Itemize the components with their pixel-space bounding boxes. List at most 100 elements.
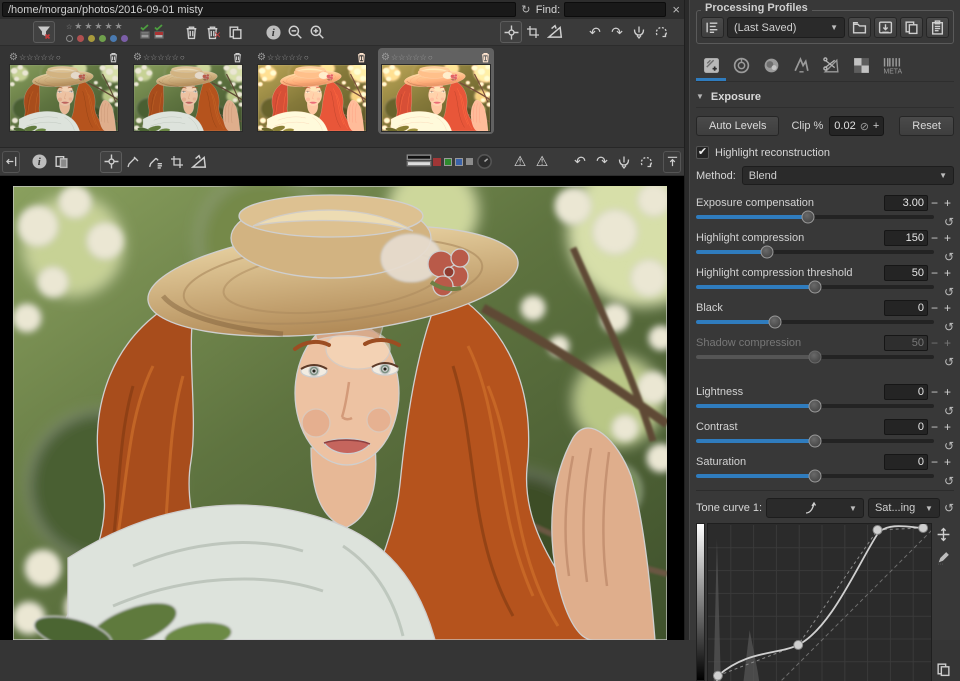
show-edited-filter-icon[interactable]: [138, 21, 152, 43]
tab-transform[interactable]: [816, 53, 846, 81]
slider-track[interactable]: [696, 399, 934, 413]
zoom-out-button[interactable]: [284, 21, 306, 43]
luma-channel-toggle[interactable]: [466, 158, 473, 165]
slider-decrement-button[interactable]: −: [928, 196, 941, 210]
thumbnail-image[interactable]: [257, 64, 367, 132]
crop-tool-button[interactable]: [166, 151, 188, 173]
expand-panel-button[interactable]: [663, 150, 681, 173]
trash-icon[interactable]: [480, 52, 491, 63]
slider-decrement-button[interactable]: −: [928, 301, 941, 315]
copy-curve-icon[interactable]: [936, 662, 951, 677]
slider-track[interactable]: [696, 210, 934, 224]
star-rating-filter[interactable]: ☆★★★★★: [66, 21, 128, 33]
slider-handle[interactable]: [808, 434, 822, 448]
slider-increment-button[interactable]: +: [941, 385, 954, 399]
copy-profile-button[interactable]: [900, 17, 923, 38]
refresh-icon[interactable]: ↻: [520, 3, 532, 16]
slider-value[interactable]: 0: [884, 299, 928, 316]
thumbnail-2[interactable]: ⚙ ☆☆☆☆☆ ○: [130, 48, 246, 134]
green-channel-toggle[interactable]: [444, 157, 452, 166]
slider-handle[interactable]: [801, 210, 815, 224]
slider-increment-button[interactable]: +: [941, 196, 954, 210]
redo-icon[interactable]: ↷: [606, 24, 628, 41]
thumbnail-4-selected[interactable]: ⚙ ☆☆☆☆☆ ○: [378, 48, 494, 134]
slider-track[interactable]: [696, 280, 934, 294]
collapse-filmstrip-button[interactable]: [2, 150, 20, 173]
color-label-yellow[interactable]: [88, 34, 95, 42]
slider-decrement-button[interactable]: −: [928, 231, 941, 245]
redo-icon[interactable]: ↷: [591, 153, 613, 170]
slider-value[interactable]: 150: [884, 229, 928, 246]
slider-value[interactable]: 3.00: [884, 194, 928, 211]
curve-control-point[interactable]: [793, 639, 804, 650]
slider-value[interactable]: 50: [884, 264, 928, 281]
path-input[interactable]: /home/morgan/photos/2016-09-01 misty: [2, 2, 516, 17]
curve-type-select[interactable]: ▼: [766, 498, 864, 518]
auto-levels-button[interactable]: Auto Levels: [696, 116, 780, 136]
thumbnail-image[interactable]: [381, 64, 491, 132]
slider-handle[interactable]: [808, 280, 822, 294]
apply-profile-icon[interactable]: [628, 21, 650, 43]
slider-increment-button[interactable]: +: [941, 266, 954, 280]
apply-profile-icon[interactable]: [613, 151, 635, 173]
color-label-green[interactable]: [99, 34, 106, 42]
tab-raw[interactable]: [846, 53, 876, 81]
info-button[interactable]: i: [28, 151, 50, 173]
star-icon[interactable]: ☆☆☆☆☆: [391, 53, 427, 62]
star-icon[interactable]: ☆☆☆☆☆: [19, 53, 55, 62]
shadow-clipping-warning-icon[interactable]: ⚠: [531, 153, 553, 170]
color-label-red[interactable]: [77, 34, 84, 42]
thumbnail-1[interactable]: ⚙ ☆☆☆☆☆ ○: [6, 48, 122, 134]
slider-reset-icon[interactable]: ↺: [934, 250, 954, 264]
increment-icon[interactable]: +: [873, 120, 879, 132]
load-profile-button[interactable]: [848, 17, 871, 38]
partial-paste-icon[interactable]: [635, 151, 657, 173]
image-canvas[interactable]: [0, 176, 684, 640]
hand-tool-button[interactable]: [500, 21, 522, 43]
filter-button[interactable]: [33, 21, 55, 43]
slider-reset-icon[interactable]: ↺: [934, 355, 954, 369]
slider-handle[interactable]: [808, 399, 822, 413]
slider-value[interactable]: 50: [884, 334, 928, 351]
profile-fill-mode-button[interactable]: [701, 17, 724, 38]
tab-advanced[interactable]: [786, 53, 816, 81]
slider-track[interactable]: [696, 245, 934, 259]
unrank-icon[interactable]: ○: [180, 53, 185, 62]
curve-control-point[interactable]: [872, 525, 883, 535]
slider-value[interactable]: 0: [884, 383, 928, 400]
slider-handle[interactable]: [768, 315, 782, 329]
color-label-purple[interactable]: [121, 34, 128, 42]
slider-decrement-button[interactable]: −: [928, 385, 941, 399]
curve-plot[interactable]: [706, 523, 933, 681]
gear-icon[interactable]: ⚙: [257, 52, 266, 63]
slider-decrement-button[interactable]: −: [928, 336, 941, 350]
tone-curve-line[interactable]: [710, 525, 924, 681]
slider-track[interactable]: [696, 469, 934, 483]
slider-decrement-button[interactable]: −: [928, 266, 941, 280]
trash-icon[interactable]: [356, 52, 367, 63]
thumbnail-image[interactable]: [9, 64, 119, 132]
trash-icon[interactable]: [232, 52, 243, 63]
tab-detail[interactable]: [726, 53, 756, 81]
method-select[interactable]: Blend ▼: [741, 166, 954, 185]
slider-decrement-button[interactable]: −: [928, 455, 941, 469]
slider-track[interactable]: [696, 434, 934, 448]
highlight-reconstruction-row[interactable]: ✔ Highlight reconstruction: [696, 146, 954, 159]
star-filter[interactable]: ☆★★★★★: [66, 21, 128, 43]
slider-reset-icon[interactable]: ↺: [934, 285, 954, 299]
color-picker-icon[interactable]: [144, 151, 166, 173]
preview-image[interactable]: [13, 186, 667, 640]
slider-handle[interactable]: [808, 469, 822, 483]
gear-icon[interactable]: ⚙: [9, 52, 18, 63]
gauge-icon[interactable]: [473, 151, 495, 173]
star-icon[interactable]: ☆☆☆☆☆: [267, 53, 303, 62]
partial-paste-icon[interactable]: [650, 21, 672, 43]
blue-channel-toggle[interactable]: [455, 157, 463, 166]
curve-reset-icon[interactable]: ↺: [944, 501, 954, 515]
thumbnail-image[interactable]: [133, 64, 243, 132]
highlight-clipping-warning-icon[interactable]: ⚠: [509, 153, 531, 170]
copy-stack-icon[interactable]: [224, 21, 246, 43]
save-profile-button[interactable]: [874, 17, 897, 38]
trash-remove-button[interactable]: ✕: [202, 21, 224, 43]
clear-find-icon[interactable]: ×: [670, 2, 682, 17]
